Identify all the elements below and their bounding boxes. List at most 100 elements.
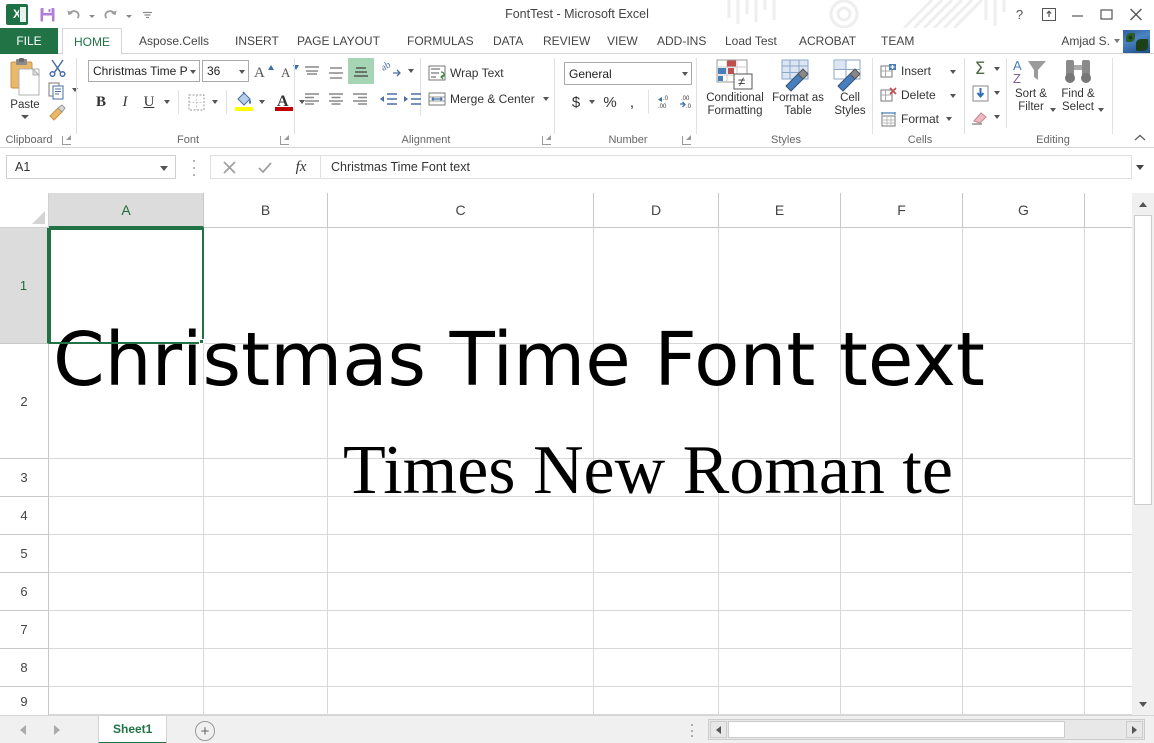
decrease-decimal-icon[interactable]: .0 .00 — [654, 90, 676, 114]
row-header-8[interactable]: 8 — [0, 649, 49, 687]
alignment-dialog-launcher[interactable] — [540, 133, 552, 145]
column-header-c[interactable]: C — [328, 193, 594, 228]
tab-formulas[interactable]: FORMULAS — [396, 28, 485, 54]
sheet-tab-sheet1[interactable]: Sheet1 — [98, 716, 167, 743]
italic-button[interactable]: I — [114, 90, 136, 114]
close-icon[interactable] — [1121, 2, 1150, 26]
tab-insert[interactable]: INSERT — [224, 28, 290, 54]
name-box[interactable]: A1 — [6, 155, 176, 179]
decrease-indent-icon[interactable] — [376, 88, 400, 110]
fill-color-icon[interactable] — [232, 88, 256, 114]
row-header-2[interactable]: 2 — [0, 344, 49, 459]
paste-button[interactable]: Paste — [4, 56, 46, 128]
customize-qat-icon[interactable] — [135, 3, 159, 25]
scroll-up-icon[interactable] — [1134, 195, 1152, 213]
find-select-button[interactable]: Find & Select — [1056, 56, 1100, 114]
tab-add-ins[interactable]: ADD-INS — [646, 28, 717, 54]
clipboard-dialog-launcher[interactable] — [60, 133, 72, 145]
delete-cells-button[interactable]: Delete — [880, 84, 936, 106]
row-header-4[interactable]: 4 — [0, 497, 49, 535]
tab-data[interactable]: DATA — [482, 28, 534, 54]
redo-dropdown-icon[interactable] — [124, 3, 133, 25]
vertical-scroll-thumb[interactable] — [1134, 215, 1152, 505]
vertical-scrollbar[interactable] — [1132, 193, 1154, 715]
number-format-select[interactable]: General — [564, 62, 692, 85]
column-header-d[interactable]: D — [594, 193, 719, 228]
underline-button[interactable]: U — [138, 90, 160, 114]
prev-sheet-icon[interactable] — [14, 720, 32, 740]
fill-dropdown-icon[interactable] — [994, 91, 1000, 95]
row-header-5[interactable]: 5 — [0, 535, 49, 573]
row-header-7[interactable]: 7 — [0, 611, 49, 649]
align-center-icon[interactable] — [324, 88, 348, 110]
clear-dropdown-icon[interactable] — [994, 115, 1000, 119]
align-top-icon[interactable] — [300, 62, 324, 84]
add-sheet-icon[interactable]: + — [195, 721, 215, 741]
tab-view[interactable]: VIEW — [596, 28, 649, 54]
fill-color-dropdown-icon[interactable] — [259, 100, 265, 104]
tab-page-layout[interactable]: PAGE LAYOUT — [286, 28, 391, 54]
row-header-3[interactable]: 3 — [0, 459, 49, 497]
column-header-f[interactable]: F — [841, 193, 963, 228]
select-all-button[interactable] — [0, 193, 49, 228]
delete-dropdown-icon[interactable] — [950, 94, 956, 98]
number-dialog-launcher[interactable] — [680, 133, 692, 145]
accounting-dropdown-icon[interactable] — [589, 100, 595, 104]
font-dialog-launcher[interactable] — [278, 133, 290, 145]
insert-cells-button[interactable]: Insert — [880, 60, 931, 82]
tab-home[interactable]: HOME — [62, 28, 122, 55]
merge-center-button[interactable]: Merge & Center — [428, 88, 549, 110]
ribbon-display-options-icon[interactable] — [1034, 2, 1063, 26]
fill-handle[interactable] — [199, 339, 204, 344]
autosum-dropdown-icon[interactable] — [994, 67, 1000, 71]
cell-area[interactable]: Christmas Time Font text Times New Roman… — [49, 228, 1132, 715]
undo-dropdown-icon[interactable] — [87, 3, 96, 25]
font-color-icon[interactable]: A — [272, 88, 296, 114]
format-cells-button[interactable]: Format — [880, 108, 952, 130]
next-sheet-icon[interactable] — [48, 720, 66, 740]
save-icon[interactable] — [35, 3, 59, 25]
grow-font-icon[interactable]: A — [252, 59, 276, 83]
row-header-6[interactable]: 6 — [0, 573, 49, 611]
scroll-down-icon[interactable] — [1134, 695, 1152, 713]
undo-icon[interactable] — [61, 3, 85, 25]
format-dropdown-icon[interactable] — [946, 117, 952, 121]
comma-format-icon[interactable]: , — [622, 90, 642, 114]
insert-function-icon[interactable]: fx — [283, 156, 319, 178]
tab-team[interactable]: TEAM — [870, 28, 925, 54]
align-right-icon[interactable] — [348, 88, 372, 110]
column-header-a[interactable]: A — [49, 193, 204, 228]
format-painter-button[interactable] — [48, 102, 72, 123]
sort-filter-button[interactable]: A Z Sort & Filter — [1010, 56, 1052, 114]
tab-load-test[interactable]: Load Test — [714, 28, 788, 54]
increase-decimal-icon[interactable]: .00 .0 — [676, 90, 698, 114]
orientation-dropdown-icon[interactable] — [408, 69, 414, 73]
horizontal-scroll-thumb[interactable] — [728, 721, 1065, 738]
wrap-text-button[interactable]: Wrap Text — [428, 62, 504, 84]
row-header-9[interactable]: 9 — [0, 687, 49, 715]
check-icon[interactable] — [247, 156, 283, 178]
scroll-right-icon[interactable] — [1126, 721, 1143, 738]
formula-bar-handle[interactable] — [192, 160, 196, 176]
row-header-1[interactable]: 1 — [0, 228, 49, 344]
formula-input[interactable]: Christmas Time Font text — [320, 155, 1132, 179]
merge-center-dropdown-icon[interactable] — [543, 97, 549, 101]
cancel-icon[interactable] — [211, 156, 247, 178]
increase-indent-icon[interactable] — [400, 88, 424, 110]
font-name-input[interactable]: Christmas Time P — [88, 60, 200, 82]
orientation-icon[interactable]: ab — [380, 60, 404, 84]
column-header-e[interactable]: E — [719, 193, 841, 228]
horizontal-scrollbar[interactable] — [708, 719, 1145, 740]
font-size-input[interactable]: 36 — [202, 60, 249, 82]
avatar[interactable] — [1123, 30, 1150, 53]
percent-format-icon[interactable]: % — [600, 90, 620, 114]
fill-down-icon[interactable] — [968, 82, 992, 104]
account-menu[interactable]: Amjad S. — [1061, 28, 1120, 54]
format-as-table-button[interactable]: Format as Table — [770, 58, 826, 118]
expand-formula-bar-icon[interactable] — [1132, 155, 1148, 179]
scroll-split-handle[interactable] — [690, 724, 694, 737]
conditional-formatting-button[interactable]: ≠ Conditional Formatting — [702, 58, 768, 118]
borders-icon[interactable] — [184, 90, 208, 114]
column-header-h[interactable] — [1085, 193, 1132, 228]
copy-button[interactable] — [48, 80, 72, 101]
